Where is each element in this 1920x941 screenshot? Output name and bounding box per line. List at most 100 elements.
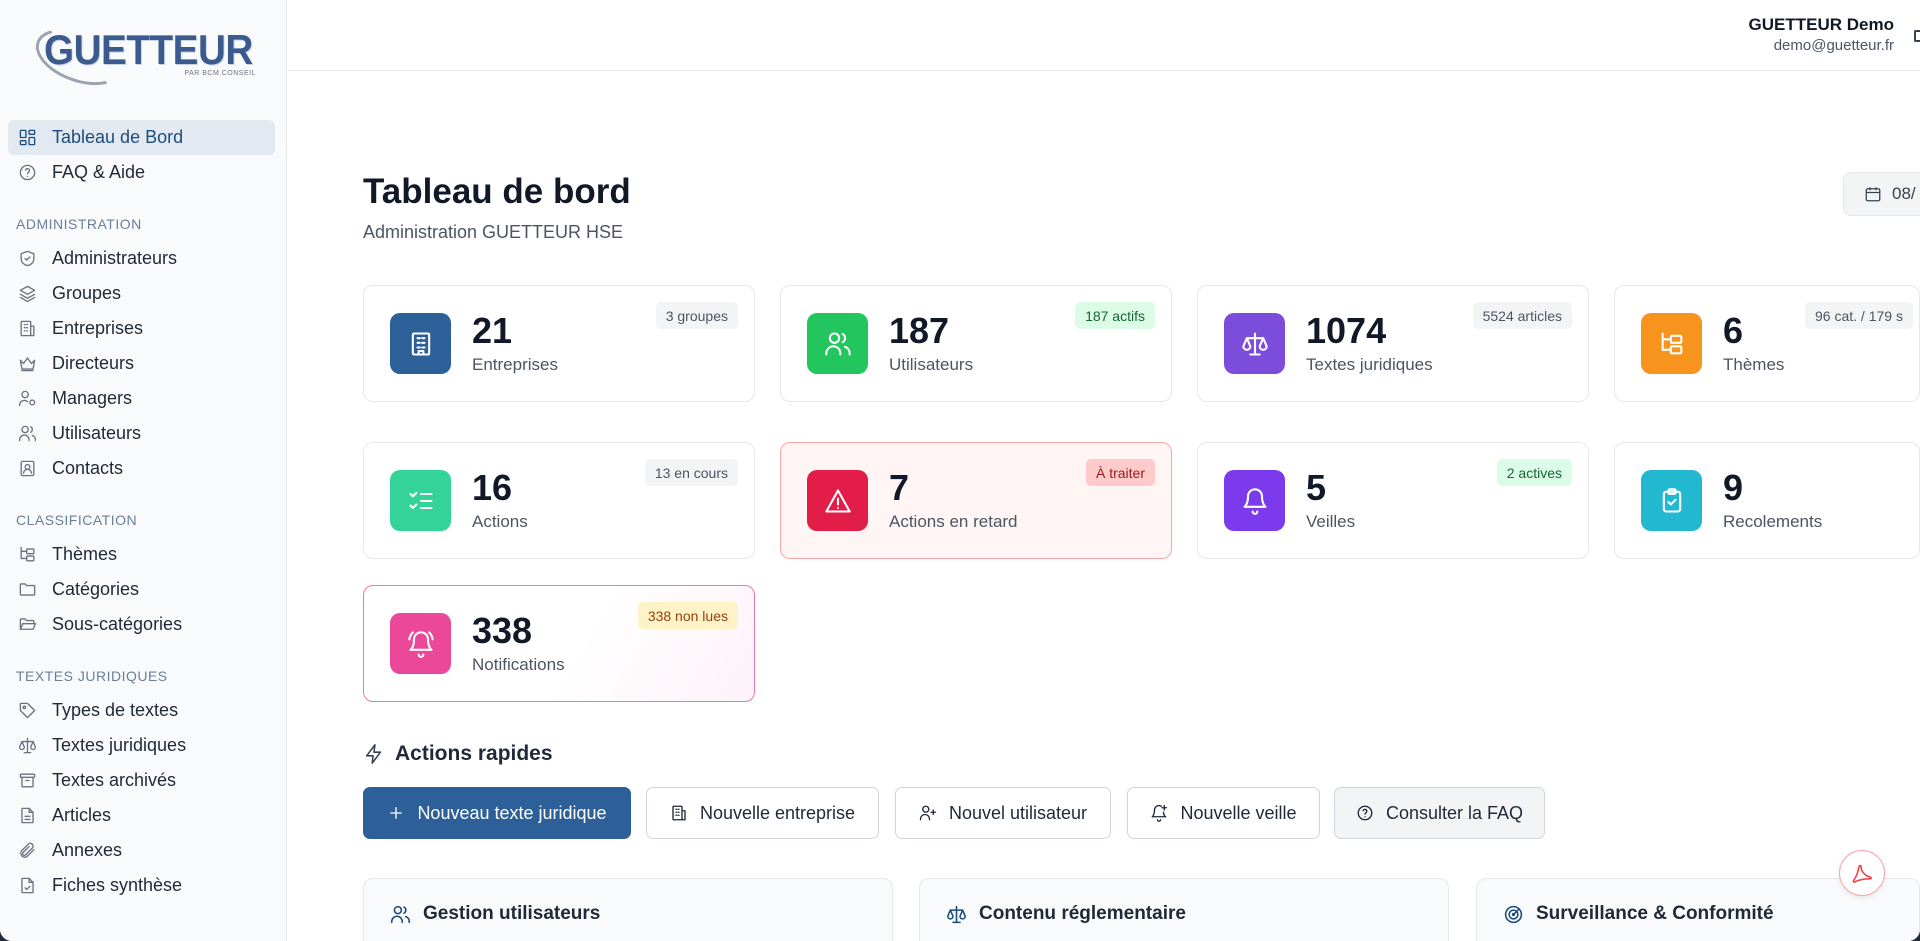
new-company-button[interactable]: Nouvelle entreprise — [646, 787, 879, 839]
user-name[interactable]: GUETTEUR Demo — [1749, 15, 1894, 35]
scale-icon — [17, 736, 37, 756]
building-icon — [672, 805, 686, 821]
panel-title-label: Contenu réglementaire — [979, 903, 1186, 924]
sidebar-item-label: Contacts — [52, 458, 124, 478]
stat-badge: 187 actifs — [1075, 302, 1155, 329]
bell-icon — [1224, 470, 1285, 531]
stat-card-notifications[interactable]: 338 Notifications 338 non lues — [363, 585, 755, 702]
users-icon — [807, 313, 868, 374]
sidebar-item-managers[interactable]: Managers — [8, 381, 275, 416]
stat-card-utilisateurs[interactable]: 187 Utilisateurs 187 actifs — [780, 285, 1172, 402]
stat-label: Actions en retard — [889, 512, 1018, 531]
new-watch-button[interactable]: Nouvelle veille — [1127, 787, 1320, 839]
bell-plus-icon — [1152, 804, 1168, 822]
sidebar-item-label: Utilisateurs — [52, 423, 142, 443]
faq-button[interactable]: Consulter la FAQ — [1334, 787, 1545, 839]
stat-badge: 338 non lues — [637, 602, 738, 629]
stat-card-entreprises[interactable]: 21 Entreprises 3 groupes — [363, 285, 755, 402]
user-menu-icon[interactable] — [1914, 30, 1920, 42]
sidebar-item-utilisateurs[interactable]: Utilisateurs — [8, 416, 275, 451]
button-label: Nouvel utilisateur — [948, 802, 1088, 823]
stat-label: Veilles — [1306, 512, 1356, 531]
section-title-textes-juridiques: TEXTES JURIDIQUES — [16, 668, 168, 684]
sidebar-item-administrateurs[interactable]: Administrateurs — [8, 241, 275, 276]
help-circle-icon — [1357, 805, 1373, 821]
new-legal-text-button[interactable]: Nouveau texte juridique — [363, 787, 631, 839]
file-text-icon — [17, 806, 37, 826]
sidebar-item-textes-archives[interactable]: Textes archivés — [8, 763, 275, 798]
stat-card-actions-en-retard[interactable]: 7 Actions en retard À traiter — [780, 442, 1172, 559]
sidebar-item-textes-juridiques[interactable]: Textes juridiques — [8, 728, 275, 763]
page-subtitle: Administration GUETTEUR HSE — [363, 222, 624, 242]
archive-icon — [17, 771, 37, 791]
stat-card-textes-juridiques[interactable]: 1074 Textes juridiques 5524 articles — [1197, 285, 1589, 402]
guetteur-logo[interactable]: GUETTEUR PAR BCM CONSEIL — [28, 18, 264, 96]
stat-badge: 3 groupes — [655, 302, 738, 329]
sidebar-item-label: Catégories — [52, 579, 140, 599]
sidebar-item-groupes[interactable]: Groupes — [8, 276, 275, 311]
stat-value: 5 — [1306, 467, 1327, 508]
sidebar: GUETTEUR PAR BCM CONSEIL Tableau de Bord… — [0, 0, 287, 941]
sidebar-item-directeurs[interactable]: Directeurs — [8, 346, 275, 381]
stat-badge: 13 en cours — [644, 459, 738, 486]
folder-tree-icon — [17, 545, 37, 565]
tag-icon — [17, 701, 37, 721]
shield-icon — [17, 249, 37, 269]
date-picker[interactable]: 08/ — [1843, 172, 1920, 216]
sidebar-item-sous-categories[interactable]: Sous-catégories — [8, 607, 275, 642]
button-label: Nouvelle veille — [1180, 802, 1297, 823]
sidebar-item-label: Textes juridiques — [52, 735, 187, 755]
stat-card-recolements[interactable]: 9 Recolements — [1614, 442, 1920, 559]
panel-regulatory-content: Contenu réglementaire — [919, 878, 1449, 941]
sidebar-item-types-de-textes[interactable]: Types de textes — [8, 693, 275, 728]
panel-user-management: Gestion utilisateurs — [363, 878, 893, 941]
sidebar-item-contacts[interactable]: Contacts — [8, 451, 275, 486]
stat-card-veilles[interactable]: 5 Veilles 2 actives — [1197, 442, 1589, 559]
grid-icon — [17, 128, 37, 148]
scale-icon — [1224, 313, 1285, 374]
alert-triangle-icon — [807, 470, 868, 531]
stat-card-actions[interactable]: 16 Actions 13 en cours — [363, 442, 755, 559]
sidebar-item-label: Annexes — [52, 840, 123, 860]
contact-icon — [17, 459, 37, 479]
stat-value: 7 — [889, 467, 910, 508]
button-label: Nouvelle entreprise — [699, 802, 856, 823]
sidebar-item-label: Administrateurs — [52, 248, 178, 268]
stat-label: Notifications — [472, 655, 565, 674]
panel-title: Surveillance & Conformité — [1503, 903, 1774, 925]
radar-icon — [1504, 905, 1523, 923]
pdf-export-button[interactable] — [1839, 850, 1885, 896]
sidebar-item-label: Thèmes — [52, 544, 118, 564]
sidebar-item-faq[interactable]: FAQ & Aide — [8, 155, 275, 190]
sidebar-item-tableau-de-bord[interactable]: Tableau de Bord — [8, 120, 275, 155]
stat-label: Recolements — [1723, 512, 1823, 531]
sidebar-nav: Tableau de Bord FAQ & Aide ADMINISTRATIO… — [8, 120, 275, 903]
sidebar-item-articles[interactable]: Articles — [8, 798, 275, 833]
calendar-icon — [1865, 187, 1881, 202]
stat-card-themes[interactable]: 6 Thèmes 96 cat. / 179 s — [1614, 285, 1920, 402]
sidebar-item-label: Managers — [52, 388, 133, 408]
button-label: Consulter la FAQ — [1385, 802, 1524, 823]
file-check-icon — [17, 876, 37, 896]
new-user-button[interactable]: Nouvel utilisateur — [895, 787, 1111, 839]
user-email: demo@guetteur.fr — [1773, 37, 1894, 54]
layers-icon — [17, 284, 37, 304]
sidebar-item-annexes[interactable]: Annexes — [8, 833, 275, 868]
sidebar-item-label: Fiches synthèse — [52, 875, 183, 895]
folder-tree-icon — [1641, 313, 1702, 374]
sidebar-item-label: Directeurs — [52, 353, 135, 373]
panel-title-label: Surveillance & Conformité — [1536, 903, 1774, 924]
sidebar-item-themes[interactable]: Thèmes — [8, 537, 275, 572]
date-value: 08/ — [1892, 184, 1916, 203]
plus-icon — [390, 807, 403, 819]
sidebar-item-fiches-synthese[interactable]: Fiches synthèse — [8, 868, 275, 903]
help-circle-icon — [17, 163, 37, 183]
button-label: Nouveau texte juridique — [417, 802, 607, 823]
sidebar-item-entreprises[interactable]: Entreprises — [8, 311, 275, 346]
zap-icon — [365, 744, 382, 764]
users-icon — [390, 905, 411, 923]
sidebar-item-categories[interactable]: Catégories — [8, 572, 275, 607]
paperclip-icon — [17, 841, 37, 861]
users-icon — [17, 424, 37, 444]
stat-label: Actions — [472, 512, 528, 531]
